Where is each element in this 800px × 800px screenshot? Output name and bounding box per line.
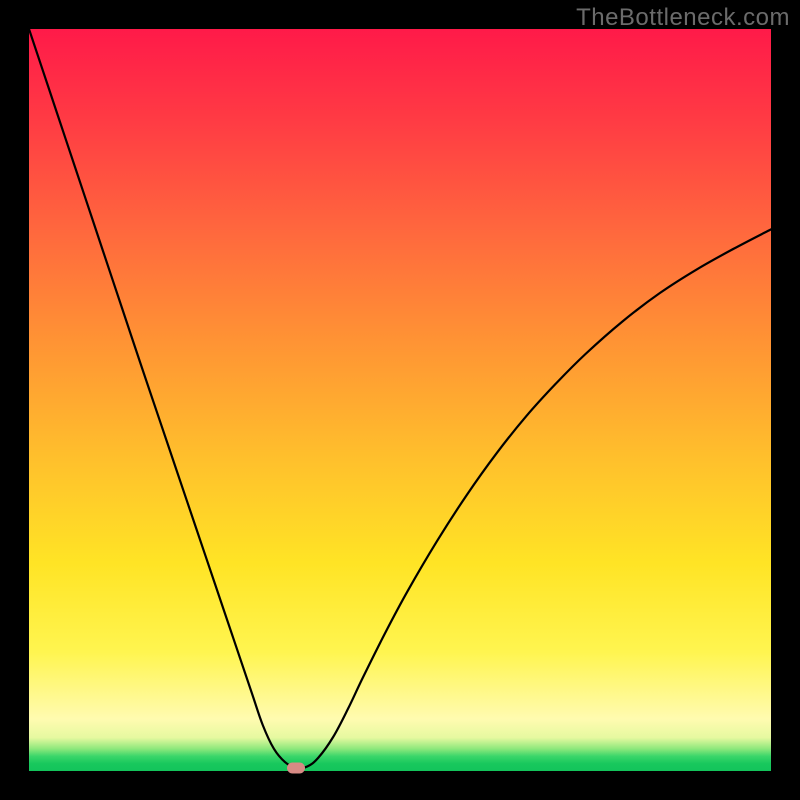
chart-stage: TheBottleneck.com — [0, 0, 800, 800]
plot-area — [29, 29, 771, 771]
curve-svg — [29, 29, 771, 771]
watermark-text: TheBottleneck.com — [576, 4, 790, 32]
bottleneck-curve — [29, 29, 771, 768]
optimal-point-marker — [287, 763, 305, 774]
